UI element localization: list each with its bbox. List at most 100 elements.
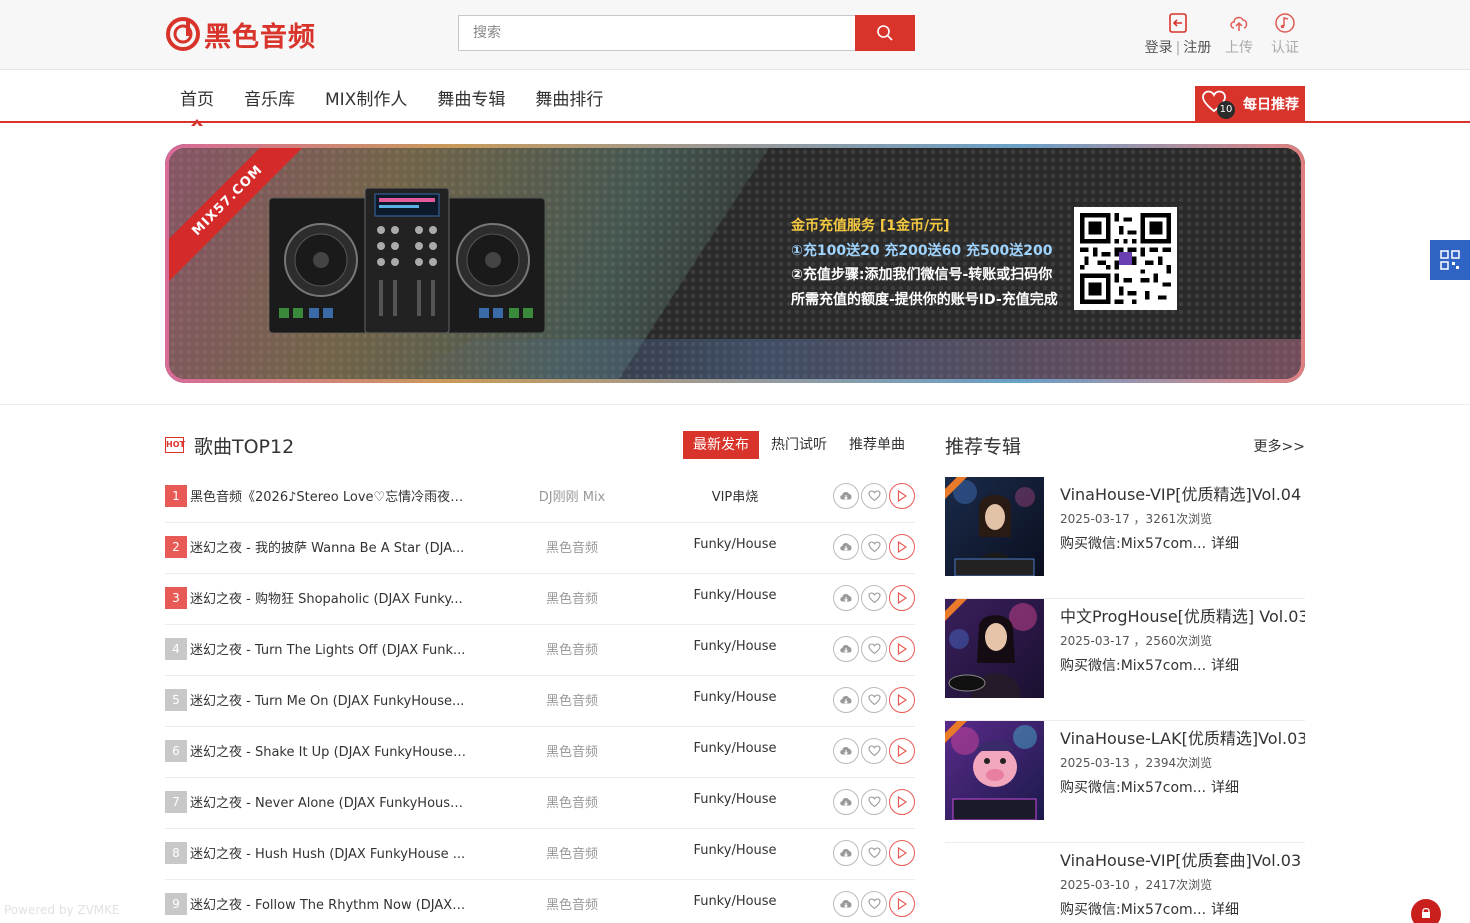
side-qr-button[interactable]	[1430, 240, 1470, 280]
album-cover-image[interactable]	[945, 843, 1044, 923]
download-button[interactable]	[833, 585, 859, 611]
lock-button[interactable]	[1411, 899, 1441, 923]
song-artist[interactable]: DJ刚刚 Mix	[505, 486, 639, 505]
favorite-button[interactable]	[861, 636, 887, 662]
tab-recommended[interactable]: 推荐单曲	[839, 431, 915, 459]
song-genre[interactable]: Funky/House	[665, 843, 805, 858]
album-name-link[interactable]: VinaHouse-LAK[优质精选]Vol.03	[1060, 725, 1305, 749]
song-genre[interactable]: Funky/House	[665, 639, 805, 654]
verify-link[interactable]: 认证	[1262, 12, 1308, 57]
album-name-link[interactable]: VinaHouse-VIP[优质精选]Vol.04	[1060, 481, 1305, 505]
song-artist[interactable]: 黑色音频	[505, 843, 639, 862]
download-button[interactable]	[833, 636, 859, 662]
song-genre[interactable]: VIP串烧	[665, 486, 805, 505]
song-artist[interactable]: 黑色音频	[505, 741, 639, 760]
album-item: VinaHouse-LAK[优质精选]Vol.03 2025-03-13 ，23…	[945, 721, 1305, 843]
album-detail-link[interactable]: 详细	[1211, 533, 1239, 553]
search-input[interactable]	[458, 15, 855, 51]
album-cover-image[interactable]	[945, 599, 1044, 698]
albums-more-link[interactable]: 更多>>	[1254, 436, 1305, 456]
song-genre[interactable]: Funky/House	[665, 894, 805, 909]
favorite-button[interactable]	[861, 534, 887, 560]
daily-recommend-button[interactable]: 10 每日推荐	[1195, 86, 1305, 122]
song-title-link[interactable]: 迷幻之夜 - Turn Me On (DJAX FunkyHouse...	[190, 690, 466, 709]
promo-text: 金币充值服务 [1金币/元] ①充100送20 充200送60 充500送200…	[791, 214, 1071, 312]
play-button[interactable]	[889, 585, 915, 611]
song-rank: 6	[165, 740, 187, 762]
song-artist[interactable]: 黑色音频	[505, 894, 639, 913]
daily-label: 每日推荐	[1243, 97, 1299, 113]
favorite-button[interactable]	[861, 585, 887, 611]
login-register: 登录 | 注册	[1140, 12, 1216, 57]
album-detail-link[interactable]: 详细	[1211, 899, 1239, 919]
song-genre[interactable]: Funky/House	[665, 741, 805, 756]
nav-item-music-library[interactable]: 音乐库	[229, 88, 310, 112]
heart-outline-icon	[867, 796, 881, 808]
lock-icon	[1422, 907, 1430, 918]
favorite-button[interactable]	[861, 789, 887, 815]
promo-banner[interactable]: MIX57.COM 金币充值服务 [1金币/元] ①充100送20 充200送6…	[165, 144, 1305, 383]
heart-outline-icon	[867, 847, 881, 859]
nav-item-charts[interactable]: 舞曲排行	[520, 88, 618, 112]
download-button[interactable]	[833, 534, 859, 560]
song-artist[interactable]: 黑色音频	[505, 537, 639, 556]
nav-item-albums[interactable]: 舞曲专辑	[422, 88, 520, 112]
tab-hot[interactable]: 热门试听	[761, 431, 837, 459]
play-button[interactable]	[889, 483, 915, 509]
search-icon	[877, 25, 893, 41]
song-genre[interactable]: Funky/House	[665, 792, 805, 807]
search-button[interactable]	[855, 15, 915, 51]
login-separator: |	[1175, 40, 1181, 56]
favorite-button[interactable]	[861, 738, 887, 764]
song-title-link[interactable]: 迷幻之夜 - 购物狂 Shopaholic (DJAX Funky...	[190, 588, 466, 607]
download-button[interactable]	[833, 789, 859, 815]
play-button[interactable]	[889, 687, 915, 713]
nav-item-mix-producers[interactable]: MIX制作人	[310, 88, 422, 112]
play-button[interactable]	[889, 636, 915, 662]
register-link[interactable]: 注册	[1183, 40, 1211, 56]
nav-item-home[interactable]: 首页	[165, 88, 229, 128]
song-genre[interactable]: Funky/House	[665, 537, 805, 552]
favorite-button[interactable]	[861, 840, 887, 866]
play-icon	[897, 745, 907, 757]
play-button[interactable]	[889, 534, 915, 560]
album-cover-image[interactable]	[945, 477, 1044, 576]
album-cover-image[interactable]	[945, 721, 1044, 820]
favorite-button[interactable]	[861, 891, 887, 917]
album-detail-link[interactable]: 详细	[1211, 777, 1239, 797]
download-button[interactable]	[833, 840, 859, 866]
download-button[interactable]	[833, 483, 859, 509]
song-title-link[interactable]: 黑色音频《2026♪Stereo Love♡忘情冷雨夜♪...	[190, 486, 466, 505]
song-genre[interactable]: Funky/House	[665, 690, 805, 705]
play-button[interactable]	[889, 789, 915, 815]
song-actions	[833, 534, 915, 560]
play-icon	[897, 694, 907, 706]
album-detail-link[interactable]: 详细	[1211, 655, 1239, 675]
song-artist[interactable]: 黑色音频	[505, 690, 639, 709]
song-genre[interactable]: Funky/House	[665, 588, 805, 603]
song-title-link[interactable]: 迷幻之夜 - 我的披萨 Wanna Be A Star (DJA...	[190, 537, 466, 556]
play-button[interactable]	[889, 891, 915, 917]
play-button[interactable]	[889, 738, 915, 764]
album-name-link[interactable]: 中文ProgHouse[优质精选] Vol.03	[1060, 603, 1305, 627]
tab-latest[interactable]: 最新发布	[683, 431, 759, 459]
site-logo[interactable]: 黑色音频	[166, 17, 316, 53]
download-button[interactable]	[833, 891, 859, 917]
favorite-button[interactable]	[861, 483, 887, 509]
upload-link[interactable]: 上传	[1216, 12, 1262, 57]
download-button[interactable]	[833, 687, 859, 713]
song-artist[interactable]: 黑色音频	[505, 639, 639, 658]
album-name-link[interactable]: VinaHouse-VIP[优质套曲]Vol.03	[1060, 847, 1305, 871]
song-title-link[interactable]: 迷幻之夜 - Turn The Lights Off (DJAX Funk...	[190, 639, 466, 658]
login-link[interactable]: 登录	[1145, 40, 1173, 56]
song-title-link[interactable]: 迷幻之夜 - Hush Hush (DJAX FunkyHouse ...	[190, 843, 466, 862]
favorite-button[interactable]	[861, 687, 887, 713]
song-artist[interactable]: 黑色音频	[505, 792, 639, 811]
song-artist[interactable]: 黑色音频	[505, 588, 639, 607]
download-button[interactable]	[833, 738, 859, 764]
song-title-link[interactable]: 迷幻之夜 - Shake It Up (DJAX FunkyHouse ...	[190, 741, 466, 760]
song-title-link[interactable]: 迷幻之夜 - Follow The Rhythm Now (DJAX ...	[190, 894, 466, 913]
play-button[interactable]	[889, 840, 915, 866]
heart-outline-icon	[867, 592, 881, 604]
song-title-link[interactable]: 迷幻之夜 - Never Alone (DJAX FunkyHouse...	[190, 792, 466, 811]
